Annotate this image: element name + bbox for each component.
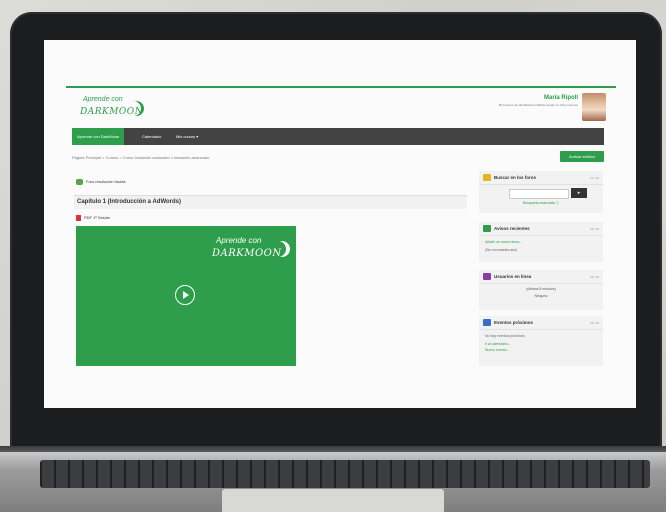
nav-item-home[interactable]: Aprende con DarkMoon (72, 128, 125, 145)
avatar[interactable] (582, 93, 606, 121)
logo-line1: Aprende con (83, 96, 123, 103)
events-header: Eventos próximos ▭ ▭ (479, 316, 603, 330)
laptop-screen: Aprende con DARKMOON María Ripoll 38 int… (44, 40, 636, 408)
block-controls-icon[interactable]: ▭ ▭ (590, 316, 599, 329)
news-title: Avisos recientes (494, 226, 530, 231)
search-icon (483, 174, 491, 182)
edit-mode-button[interactable]: Activar edición (560, 151, 604, 162)
video-logo-line2: DARKMOON (212, 248, 282, 259)
user-name[interactable]: María Ripoll (418, 95, 578, 101)
search-row: ▸ (479, 188, 603, 200)
pdf-resource-link[interactable]: PDF 1º Sesión (76, 215, 110, 221)
forum-icon (76, 179, 83, 185)
trackpad (222, 489, 444, 512)
pdf-label: PDF 1º Sesión (84, 215, 111, 221)
chapter-title: Capítulo 1 (Introducción a AdWords) (74, 195, 467, 209)
no-events-text: No hay eventos próximos (485, 334, 525, 338)
search-forums-block: Buscar en los foros ▭ ▭ ▸ Búsqueda avanz… (479, 171, 603, 213)
online-users-title: Usuarios en línea (494, 274, 532, 279)
news-header: Avisos recientes ▭ ▭ (479, 222, 603, 236)
new-event-link[interactable]: Nuevo evento... (479, 348, 603, 352)
online-none-text: Ninguno (534, 294, 548, 298)
pdf-icon (76, 215, 81, 221)
go-calendar-link[interactable]: Ir al calendario... (479, 342, 603, 346)
search-button[interactable]: ▸ (571, 188, 587, 198)
block-controls-icon[interactable]: ▭ ▭ (590, 171, 599, 184)
no-news-text: (Sin novedades aún) (485, 248, 518, 252)
user-menu[interactable]: María Ripoll 38 intentos de identificaci… (418, 95, 578, 107)
video-player[interactable]: Aprende con DARKMOON (76, 226, 296, 366)
add-topic-link[interactable]: Añadir un nuevo tema... (479, 240, 603, 244)
megaphone-icon (483, 225, 491, 233)
online-window-text: (últimos 5 minutos) (526, 287, 556, 291)
search-forums-header: Buscar en los foros ▭ ▭ (479, 171, 603, 185)
calendar-icon (483, 319, 491, 327)
nav-item-my-courses[interactable]: Mis cursos ▾ (176, 128, 198, 145)
block-controls-icon[interactable]: ▭ ▭ (590, 222, 599, 235)
online-users-block: Usuarios en línea ▭ ▭ (últimos 5 minutos… (479, 270, 603, 310)
events-title: Eventos próximos (494, 320, 534, 325)
site-logo[interactable]: Aprende con DARKMOON (77, 96, 149, 124)
search-forums-title: Buscar en los foros (494, 175, 537, 180)
forum-link[interactable]: Foro resolución dudas (76, 179, 126, 185)
main-navbar: Aprende con DarkMoon Calendario Mis curs… (72, 128, 604, 145)
play-icon[interactable] (175, 285, 195, 305)
user-login-notice: 38 intentos de identificación fallidos d… (498, 103, 578, 107)
video-logo-line1: Aprende con (216, 236, 262, 245)
upcoming-events-block: Eventos próximos ▭ ▭ No hay eventos próx… (479, 316, 603, 366)
block-controls-icon[interactable]: ▭ ▭ (590, 270, 599, 283)
news-block: Avisos recientes ▭ ▭ Añadir un nuevo tem… (479, 222, 603, 262)
breadcrumb[interactable]: Página Principal > Cursos > Curso Inicia… (72, 155, 209, 160)
laptop-keyboard (40, 460, 650, 488)
moon-icon (274, 241, 290, 257)
header-rule (66, 86, 616, 88)
search-input[interactable] (509, 189, 569, 199)
online-users-header: Usuarios en línea ▭ ▭ (479, 270, 603, 284)
users-icon (483, 273, 491, 281)
advanced-search-link[interactable]: Búsqueda avanzada ⓘ (479, 201, 603, 206)
nav-item-calendar[interactable]: Calendario (142, 128, 161, 145)
forum-link-label: Foro resolución dudas (86, 179, 126, 185)
moon-icon (129, 101, 144, 116)
